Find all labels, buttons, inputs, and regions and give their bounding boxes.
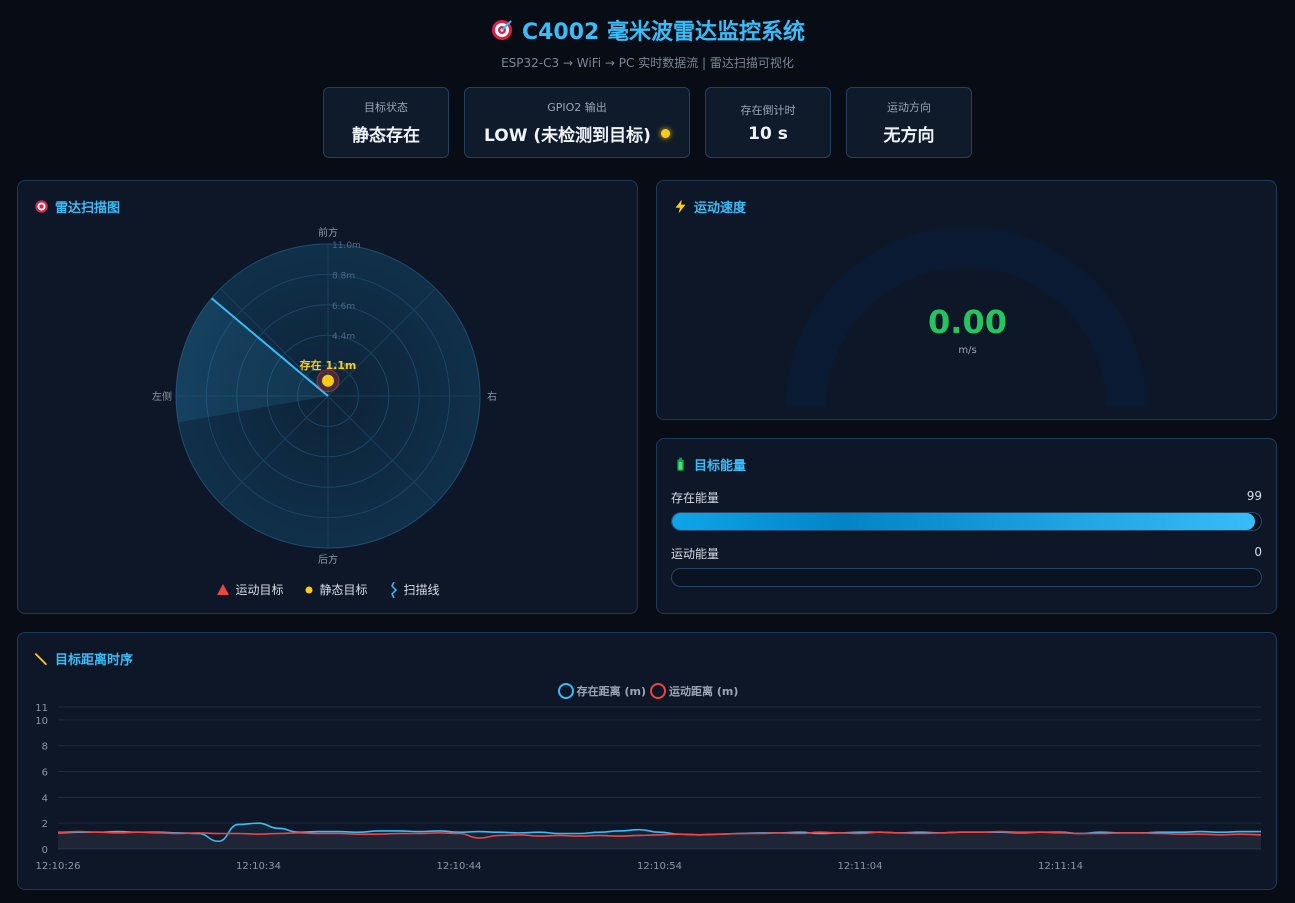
red-triangle-icon	[217, 584, 230, 595]
status-bar: 目标状态 静态存在 GPIO2 输出 LOW (未检测到目标) 存在倒计时 10…	[0, 87, 1295, 158]
radar-ring-label: 6.6m	[332, 302, 355, 312]
radar-ring-label: 4.4m	[332, 332, 355, 342]
speed-gauge	[786, 227, 1146, 408]
presence-energy-row: 存在能量 99	[671, 489, 1262, 531]
target-status-card: 目标状态 静态存在	[323, 87, 449, 158]
radar-panel: 雷达扫描图 11.0m 8.8m 6.6m 4.4m 2.2m 前方 后方右左侧 存在 1.…	[17, 180, 638, 614]
radar-front-label: 前方	[318, 226, 338, 239]
y-tick-label: 0	[42, 845, 48, 856]
speed-panel: 运动速度 0.00 m/s	[656, 180, 1277, 420]
legend-moving-target: 运动目标	[217, 581, 283, 598]
radar-back-label: 后方	[318, 553, 338, 566]
motion-energy-row: 运动能量 0	[671, 545, 1262, 587]
x-tick-label: 12:10:34	[236, 861, 281, 872]
gpio-indicator-icon	[660, 129, 670, 138]
y-tick-label: 2	[42, 819, 48, 830]
radar-ring-label: 11.0m	[332, 241, 361, 251]
x-tick-label: 12:10:44	[437, 861, 482, 872]
page-title: C4002 毫米波雷达监控系统	[490, 14, 805, 46]
page-header: C4002 毫米波雷达监控系统 ESP32-C3 → WiFi → PC 实时数…	[0, 14, 1295, 71]
direction-value: 无方向	[883, 126, 935, 146]
static-target-label: 存在 1.1m	[300, 358, 357, 372]
direction-label: 运动方向	[887, 101, 931, 114]
sweep-line-icon	[390, 581, 397, 598]
presence-energy-label: 存在能量	[671, 491, 720, 505]
page-subtitle: ESP32-C3 → WiFi → PC 实时数据流 | 雷达扫描可视化	[501, 56, 794, 70]
distance-line-chart: 0 2 4 6 8 10 11 12:10:26 12:10:34 12:10:44 12:10:5…	[35, 703, 1262, 872]
target-icon	[491, 20, 512, 40]
presence-energy-fill	[672, 513, 1256, 530]
yellow-dot-icon	[305, 586, 313, 593]
energy-panel-title: 目标能量	[673, 455, 746, 474]
page-title-text: C4002 毫米波雷达监控系统	[521, 20, 806, 45]
gpio-output-value: LOW (未检测到目标)	[484, 121, 670, 146]
legend-static-target: 静态目标	[305, 581, 368, 598]
target-status-label: 目标状态	[364, 101, 408, 114]
presence-energy-bar	[671, 512, 1262, 531]
energy-panel: 目标能量 存在能量 99 运动能量 0	[656, 438, 1277, 614]
gpio-output-card: GPIO2 输出 LOW (未检测到目标)	[464, 87, 690, 158]
battery-icon	[677, 457, 684, 471]
target-status-value: 静态存在	[352, 126, 420, 146]
radar-left-label: 左侧	[152, 390, 172, 403]
countdown-label: 存在倒计时	[740, 103, 796, 117]
x-tick-label: 12:10:26	[36, 861, 81, 872]
presence-energy-value: 99	[1246, 489, 1262, 503]
x-tick-label: 12:10:54	[637, 861, 682, 872]
x-tick-label: 12:11:14	[1038, 861, 1083, 872]
legend-sweep-line: 扫描线	[390, 581, 440, 598]
gpio-output-label: GPIO2 输出	[547, 101, 607, 114]
speed-unit: m/s	[958, 345, 977, 356]
radar-scope: 11.0m8.8m6.6m4.4m2.2m前方后方右左侧 存在 1.1m	[152, 226, 497, 566]
y-tick-label: 4	[42, 793, 48, 804]
y-tick-label: 11	[35, 703, 48, 714]
y-tick-label: 8	[42, 742, 48, 753]
radar-legend: 运动目标 静态目标 扫描线	[18, 581, 639, 598]
y-tick-label: 6	[42, 768, 48, 779]
y-tick-label: 10	[35, 716, 48, 727]
radar-ring-label: 8.8m	[332, 271, 355, 281]
distance-chart-panel: 目标距离时序 存在距离 (m) 运动距离 (m) 0 2 4 6 8 10 11 12:10:…	[17, 632, 1277, 890]
motion-energy-value: 0	[1254, 545, 1262, 559]
motion-energy-label: 运动能量	[671, 547, 720, 561]
direction-card: 运动方向 无方向	[846, 87, 972, 158]
motion-energy-bar	[671, 568, 1262, 587]
countdown-card: 存在倒计时 10 s	[705, 87, 831, 158]
radar-right-label: 右	[487, 390, 497, 403]
speed-value: 0.00	[928, 303, 1007, 341]
x-tick-label: 12:11:04	[838, 861, 883, 872]
static-target-marker	[322, 374, 334, 387]
countdown-value: 10 s	[748, 123, 788, 144]
